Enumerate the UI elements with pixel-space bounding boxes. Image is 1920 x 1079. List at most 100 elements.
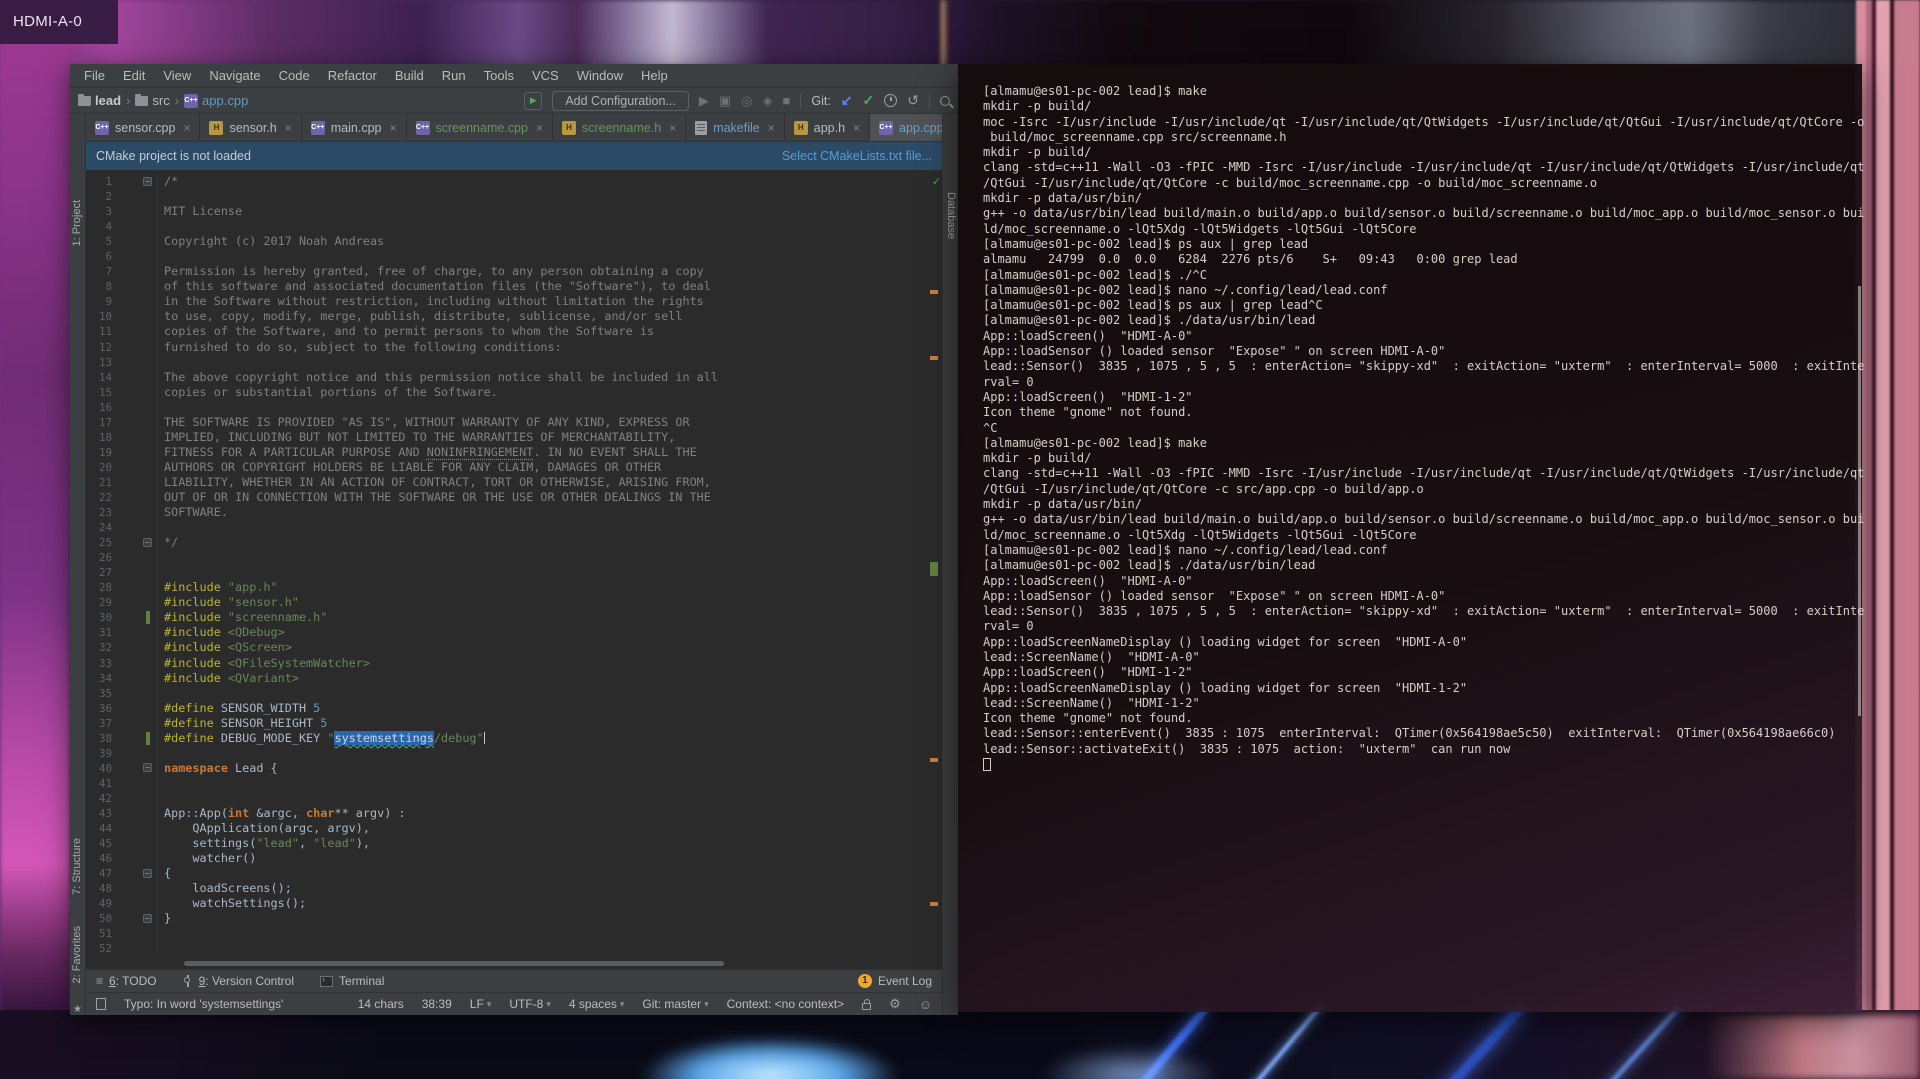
tab-close-icon[interactable]: ×: [183, 121, 190, 135]
stripe-mark[interactable]: [930, 356, 938, 360]
event-log-button[interactable]: 1 Event Log: [858, 974, 932, 988]
git-commit-icon[interactable]: ✓: [863, 92, 875, 109]
toolwindow-button-6-todo[interactable]: ≡6: TODO: [96, 974, 157, 988]
code-text: OUT OF OR IN CONNECTION WITH THE SOFTWAR…: [156, 490, 926, 505]
menu-code[interactable]: Code: [271, 64, 318, 87]
status-widget-14-chars[interactable]: 14 chars: [358, 997, 404, 1011]
editor-line: 22OUT OF OR IN CONNECTION WITH THE SOFTW…: [86, 490, 926, 505]
menu-edit[interactable]: Edit: [115, 64, 153, 87]
fold-toggle-icon[interactable]: −: [143, 538, 152, 547]
breadcrumb-project[interactable]: lead: [95, 93, 121, 108]
error-stripe[interactable]: ✓: [928, 170, 940, 969]
stripe-mark[interactable]: [930, 758, 938, 762]
debug-button[interactable]: ▣: [719, 93, 731, 109]
terminal-line: [almamu@es01-pc-002 lead]$ ps aux | grep…: [983, 298, 1852, 313]
menu-build[interactable]: Build: [387, 64, 432, 87]
tab-close-icon[interactable]: ×: [768, 121, 775, 135]
tab-close-icon[interactable]: ×: [669, 121, 676, 135]
rollback-icon[interactable]: ↺: [907, 92, 919, 109]
status-widget-38-39[interactable]: 38:39: [422, 997, 452, 1011]
horizontal-scrollbar[interactable]: [184, 961, 724, 966]
terminal-line: [almamu@es01-pc-002 lead]$ nano ~/.confi…: [983, 543, 1852, 558]
fold-toggle-icon[interactable]: −: [143, 869, 152, 878]
tab-screenname-h[interactable]: Hscreenname.h×: [553, 114, 686, 141]
menu-run[interactable]: Run: [434, 64, 474, 87]
tab-close-icon[interactable]: ×: [285, 121, 292, 135]
sidebar-tab-project[interactable]: 1: Project: [71, 200, 83, 246]
tab-app-cpp[interactable]: C++app.cpp×: [870, 114, 942, 141]
tab-app-h[interactable]: Happ.h×: [785, 114, 870, 141]
stripe-mark[interactable]: [930, 902, 938, 906]
toolwindow-button-9-version-control[interactable]: 9: Version Control: [183, 974, 294, 988]
status-widget-label: 38:39: [422, 997, 452, 1011]
code-segment: of this software and associated document…: [164, 279, 711, 293]
editor-line: 47−{: [86, 866, 926, 881]
fold-toggle-icon[interactable]: −: [143, 177, 152, 186]
menu-window[interactable]: Window: [569, 64, 631, 87]
git-update-icon[interactable]: ↙: [841, 92, 853, 109]
breadcrumb-file[interactable]: app.cpp: [202, 93, 248, 108]
sidebar-tab-structure[interactable]: 7: Structure: [71, 838, 83, 895]
typo-highlight: systemsettings: [334, 731, 433, 745]
tab-screenname-cpp[interactable]: C++screenname.cpp×: [407, 114, 553, 141]
code-editor[interactable]: 1−/*23MIT License45Copyright (c) 2017 No…: [86, 170, 942, 969]
gear-icon[interactable]: ⚙: [889, 996, 901, 1012]
status-widget-git-master[interactable]: Git: master▾: [642, 997, 708, 1011]
code-segment: SENSOR_HEIGHT: [221, 716, 320, 730]
breadcrumb-dir[interactable]: src: [152, 93, 169, 108]
tab-main-cpp[interactable]: C++main.cpp×: [302, 114, 407, 141]
banner-message: CMake project is not loaded: [96, 149, 251, 163]
menu-refactor[interactable]: Refactor: [320, 64, 385, 87]
sidebar-tab-database[interactable]: Database: [945, 192, 957, 239]
fold-toggle-icon[interactable]: −: [143, 763, 152, 772]
tab-close-icon[interactable]: ×: [853, 121, 860, 135]
stop-button[interactable]: ■: [782, 93, 790, 108]
tab-sensor-h[interactable]: Hsensor.h×: [200, 114, 301, 141]
banner-action-link[interactable]: Select CMakeLists.txt file...: [782, 149, 932, 163]
line-number: 19: [86, 445, 112, 460]
terminal-line: almamu 24799 0.0 0.0 6284 2276 pts/6 S+ …: [983, 252, 1852, 267]
run-config-icon[interactable]: ▶: [524, 92, 542, 110]
line-number: 13: [86, 355, 112, 370]
menu-navigate[interactable]: Navigate: [201, 64, 268, 87]
bookmark-star-icon[interactable]: ★: [73, 1004, 82, 1015]
history-icon[interactable]: [884, 94, 897, 107]
sidebar-tab-favorites[interactable]: 2: Favorites: [71, 926, 83, 983]
tab-label: screenname.h: [582, 121, 661, 135]
menu-tools[interactable]: Tools: [476, 64, 522, 87]
menu-vcs[interactable]: VCS: [524, 64, 567, 87]
profile-button[interactable]: ◈: [762, 93, 772, 109]
status-widget-lf[interactable]: LF▾: [470, 997, 492, 1011]
tab-close-icon[interactable]: ×: [536, 121, 543, 135]
tab-close-icon[interactable]: ×: [390, 121, 397, 135]
search-everywhere-icon[interactable]: [940, 96, 950, 106]
run-button[interactable]: ▶: [699, 93, 709, 109]
lock-icon[interactable]: [862, 1003, 871, 1010]
menu-help[interactable]: Help: [633, 64, 676, 87]
coverage-button[interactable]: ◎: [741, 93, 752, 109]
tab-sensor-cpp[interactable]: C++sensor.cpp×: [86, 114, 200, 141]
status-widget-context-no-context-[interactable]: Context: <no context>: [727, 997, 844, 1011]
code-text: [156, 219, 926, 234]
tab-label: app.cpp: [899, 121, 942, 135]
tab-makefile[interactable]: makefile×: [686, 114, 785, 141]
wallpaper-left-strip: [0, 0, 70, 1079]
toolwindow-button-terminal[interactable]: Terminal: [320, 974, 384, 988]
status-widget-4-spaces[interactable]: 4 spaces▾: [569, 997, 625, 1011]
breadcrumb-separator-icon: ›: [125, 93, 131, 108]
stripe-mark[interactable]: [930, 562, 938, 576]
menu-file[interactable]: File: [76, 64, 113, 87]
code-segment: "sensor.h": [228, 595, 299, 609]
status-widget-utf-8[interactable]: UTF-8▾: [509, 997, 551, 1011]
gutter-annotations: −: [112, 174, 156, 189]
add-configuration-button[interactable]: Add Configuration...: [552, 91, 689, 111]
menu-view[interactable]: View: [155, 64, 199, 87]
stripe-mark[interactable]: [930, 290, 938, 294]
gutter-annotations: −: [112, 911, 156, 926]
gutter-annotations: [112, 234, 156, 249]
fold-toggle-icon[interactable]: −: [143, 914, 152, 923]
hector-face-icon[interactable]: ☺: [919, 997, 932, 1012]
terminal-window[interactable]: [almamu@es01-pc-002 lead]$ makemkdir -p …: [958, 64, 1862, 1012]
terminal-scrollbar[interactable]: [1858, 286, 1861, 716]
code-text: to use, copy, modify, merge, publish, di…: [156, 309, 926, 324]
